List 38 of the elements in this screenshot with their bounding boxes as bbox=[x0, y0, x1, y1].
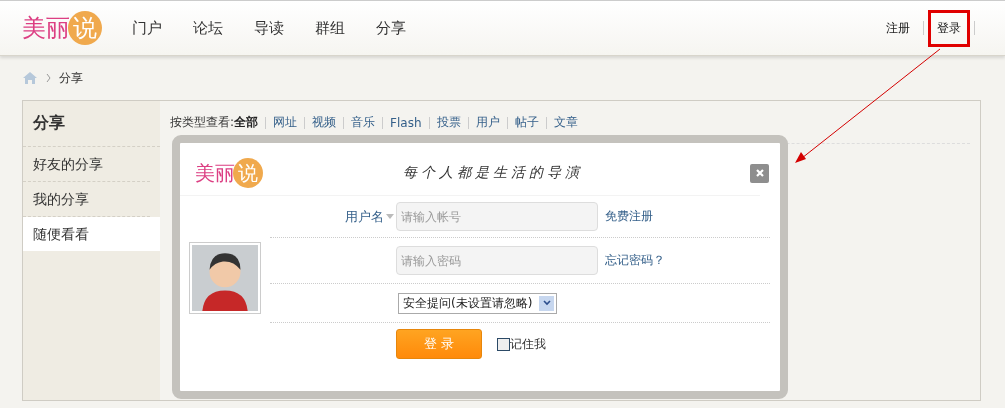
logo[interactable]: 美丽说 bbox=[195, 158, 263, 188]
filter-link[interactable]: 音乐 bbox=[344, 114, 383, 131]
filter-link[interactable]: 全部 bbox=[234, 114, 266, 131]
nav-link[interactable]: 分享 bbox=[376, 18, 406, 38]
register-link[interactable]: 免费注册 bbox=[605, 209, 653, 223]
username-label: 用户名 bbox=[345, 207, 384, 226]
close-icon[interactable] bbox=[754, 168, 765, 178]
filter-link[interactable]: 视频 bbox=[305, 114, 344, 131]
filter-label: 按类型查看: bbox=[170, 114, 235, 131]
dropdown-caret-icon[interactable] bbox=[386, 214, 394, 219]
filter-link[interactable]: 帖子 bbox=[507, 114, 546, 131]
security-question-select[interactable]: 安全提问(未设置请忽略) bbox=[398, 292, 557, 314]
chevron-icon bbox=[46, 73, 51, 83]
remember-label: 记住我 bbox=[510, 335, 546, 353]
nav-link[interactable]: 门户 bbox=[132, 18, 162, 38]
nav-link[interactable]: 导读 bbox=[254, 18, 284, 38]
remember-checkbox[interactable] bbox=[497, 337, 510, 351]
filter-link[interactable]: 投票 bbox=[429, 114, 468, 131]
sidebar-item[interactable]: 好友的分享 bbox=[23, 147, 150, 182]
close-button[interactable] bbox=[750, 163, 769, 183]
account-link[interactable]: 注册 bbox=[877, 9, 919, 47]
sidebar-title: 分享 bbox=[23, 101, 160, 147]
chevron-down-icon[interactable] bbox=[542, 300, 551, 306]
breadcrumb-current: 分享 bbox=[59, 69, 83, 87]
filter-link[interactable]: Flash bbox=[383, 115, 429, 130]
nav-link[interactable]: 论坛 bbox=[193, 18, 223, 38]
avatar-icon bbox=[190, 243, 260, 313]
password-field[interactable]: 请输入密码 bbox=[396, 246, 598, 275]
filter-link[interactable]: 文章 bbox=[546, 114, 585, 131]
filter-link[interactable]: 网址 bbox=[266, 114, 305, 131]
username-field[interactable]: 请输入帐号 bbox=[396, 202, 598, 231]
sidebar-item[interactable]: 随便看看 bbox=[23, 217, 160, 251]
filter-link[interactable]: 用户 bbox=[468, 114, 507, 131]
account-link[interactable]: 登录 bbox=[928, 9, 970, 47]
nav-link[interactable]: 群组 bbox=[315, 18, 345, 38]
forgot-password-link[interactable]: 忘记密码？ bbox=[605, 253, 665, 267]
slogan: 每个人都是生活的导演 bbox=[403, 164, 583, 182]
logo[interactable]: 美丽说 bbox=[22, 11, 102, 45]
